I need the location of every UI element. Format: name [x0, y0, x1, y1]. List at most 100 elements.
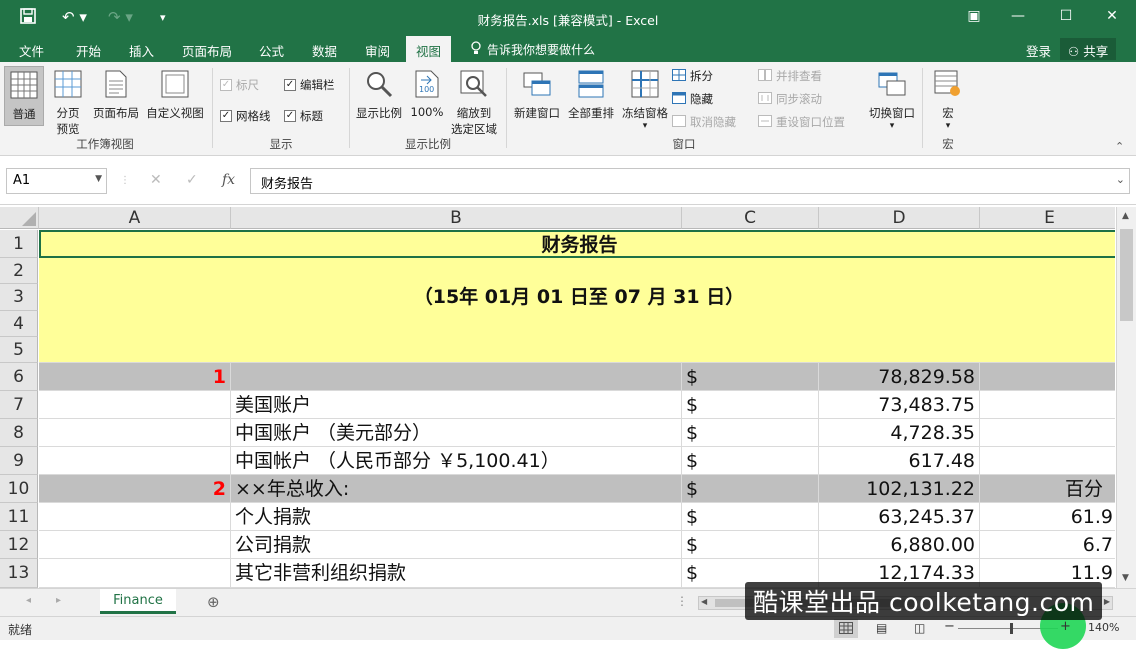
tab-file[interactable]: 文件	[19, 41, 44, 60]
split-button[interactable]: 拆分	[672, 68, 713, 84]
next-sheet-icon[interactable]: ▸	[56, 595, 61, 606]
macros-button[interactable]: 宏 ▾	[928, 70, 968, 131]
row-header-5[interactable]: 5	[0, 337, 38, 363]
close-icon[interactable]: ✕	[1102, 6, 1122, 26]
scroll-right-icon[interactable]: ▶	[1104, 597, 1110, 606]
share-button[interactable]: ⚇ 共享	[1060, 38, 1117, 60]
cell-d7[interactable]: 73,483.75	[819, 391, 980, 419]
custom-views-button[interactable]: 自定义视图	[144, 70, 206, 121]
cell-e11[interactable]: 61.9	[980, 503, 1115, 531]
cell-d9[interactable]: 617.48	[819, 447, 980, 475]
formula-bar-checkbox[interactable]: ✓ 编辑栏	[284, 77, 335, 93]
tab-page-layout[interactable]: 页面布局	[182, 41, 232, 60]
tab-formulas[interactable]: 公式	[259, 41, 284, 60]
tab-split-handle[interactable]: ⋮	[676, 594, 688, 608]
cell-c12[interactable]: $	[682, 531, 819, 559]
select-all-corner[interactable]	[0, 207, 39, 229]
row-header-4[interactable]: 4	[0, 311, 38, 337]
row-header-9[interactable]: 9	[0, 447, 38, 475]
row-header-13[interactable]: 13	[0, 559, 38, 588]
zoom-100-button[interactable]: 100 100%	[408, 70, 446, 119]
cell-b6[interactable]	[231, 363, 682, 391]
cell-b10[interactable]: ××年总收入:	[231, 475, 682, 503]
expand-formula-bar-icon[interactable]: ⌄	[1116, 173, 1125, 186]
cell-e9[interactable]	[980, 447, 1115, 475]
freeze-panes-button[interactable]: 冻结窗格 ▾	[618, 70, 672, 131]
cell-a9[interactable]	[39, 447, 231, 475]
tell-me-search[interactable]: 告诉我你想要做什么	[487, 41, 595, 58]
cell-b11[interactable]: 个人捐款	[231, 503, 682, 531]
cell-d12[interactable]: 6,880.00	[819, 531, 980, 559]
scroll-left-icon[interactable]: ◀	[701, 597, 707, 606]
tab-data[interactable]: 数据	[312, 41, 337, 60]
arrange-all-button[interactable]: 全部重排	[564, 70, 618, 121]
add-sheet-icon[interactable]: ⊕	[207, 593, 220, 611]
cell-a8[interactable]	[39, 419, 231, 447]
row-header-1[interactable]: 1	[0, 230, 38, 258]
ribbon-display-options-icon[interactable]: ▣	[964, 6, 984, 26]
tab-view[interactable]: 视图	[406, 36, 452, 62]
page-break-preview-button[interactable]: 分页 预览	[49, 70, 87, 137]
row-header-3[interactable]: 3	[0, 284, 38, 311]
cell-e12[interactable]: 6.7	[980, 531, 1115, 559]
cell-b9[interactable]: 中国帐户 （人民币部分 ￥5,100.41）	[231, 447, 682, 475]
prev-sheet-icon[interactable]: ◂	[26, 595, 31, 606]
cell-d11[interactable]: 63,245.37	[819, 503, 980, 531]
report-title-cell[interactable]: 财务报告	[39, 230, 1115, 258]
tab-insert[interactable]: 插入	[129, 41, 154, 60]
collapse-ribbon-icon[interactable]: ⌃	[1115, 140, 1124, 153]
name-box-dropdown-icon[interactable]: ▼	[95, 174, 102, 184]
cell-b7[interactable]: 美国账户	[231, 391, 682, 419]
column-header-b[interactable]: B	[231, 207, 682, 229]
cell-c7[interactable]: $	[682, 391, 819, 419]
cell-a13[interactable]	[39, 559, 231, 588]
cell-e6[interactable]	[980, 363, 1115, 391]
row-header-2[interactable]: 2	[0, 258, 38, 284]
zoom-in-icon[interactable]: +	[1060, 619, 1071, 634]
column-header-d[interactable]: D	[819, 207, 980, 229]
maximize-icon[interactable]: ☐	[1056, 6, 1076, 26]
scroll-up-icon[interactable]: ▲	[1122, 211, 1129, 221]
cell-a11[interactable]	[39, 503, 231, 531]
cell-c6[interactable]: $	[682, 363, 819, 391]
sign-in-link[interactable]: 登录	[1026, 41, 1051, 60]
gridlines-checkbox[interactable]: ✓ 网格线	[220, 108, 271, 124]
headings-checkbox[interactable]: ✓ 标题	[284, 108, 323, 124]
cell-c10[interactable]: $	[682, 475, 819, 503]
name-box[interactable]: A1 ▼	[6, 168, 107, 194]
column-header-a[interactable]: A	[39, 207, 231, 229]
row-header-6[interactable]: 6	[0, 363, 38, 391]
cell-c8[interactable]: $	[682, 419, 819, 447]
cell-c9[interactable]: $	[682, 447, 819, 475]
page-layout-view-button[interactable]: 页面布局	[90, 70, 142, 121]
vertical-scroll-thumb[interactable]	[1120, 229, 1133, 321]
new-window-button[interactable]: 新建窗口	[510, 70, 564, 121]
cell-a7[interactable]	[39, 391, 231, 419]
switch-windows-button[interactable]: 切换窗口 ▾	[864, 70, 920, 131]
cell-e10[interactable]: 百分	[980, 475, 1115, 503]
insert-function-icon[interactable]: fx	[222, 172, 235, 188]
row-header-10[interactable]: 10	[0, 475, 38, 503]
cell-e7[interactable]	[980, 391, 1115, 419]
cell-a10[interactable]: 2	[39, 475, 231, 503]
column-header-e[interactable]: E	[980, 207, 1115, 229]
cell-a12[interactable]	[39, 531, 231, 559]
minimize-icon[interactable]: —	[1008, 6, 1028, 26]
scroll-down-icon[interactable]: ▼	[1122, 573, 1129, 583]
zoom-slider-thumb[interactable]	[1010, 623, 1013, 634]
row-header-8[interactable]: 8	[0, 419, 38, 447]
cell-e8[interactable]	[980, 419, 1115, 447]
cell-b8[interactable]: 中国账户 （美元部分）	[231, 419, 682, 447]
page-layout-status-icon[interactable]: ▤	[876, 621, 887, 635]
zoom-button[interactable]: 显示比例	[353, 70, 405, 121]
cell-b12[interactable]: 公司捐款	[231, 531, 682, 559]
page-break-status-icon[interactable]: ◫	[914, 621, 925, 635]
cell-a6[interactable]: 1	[39, 363, 231, 391]
hide-button[interactable]: 隐藏	[672, 91, 713, 107]
column-header-c[interactable]: C	[682, 207, 819, 229]
cell-c11[interactable]: $	[682, 503, 819, 531]
row-header-12[interactable]: 12	[0, 531, 38, 559]
zoom-level[interactable]: 140%	[1088, 621, 1119, 634]
vertical-scrollbar[interactable]: ▲ ▼	[1116, 207, 1136, 588]
cell-d10[interactable]: 102,131.22	[819, 475, 980, 503]
